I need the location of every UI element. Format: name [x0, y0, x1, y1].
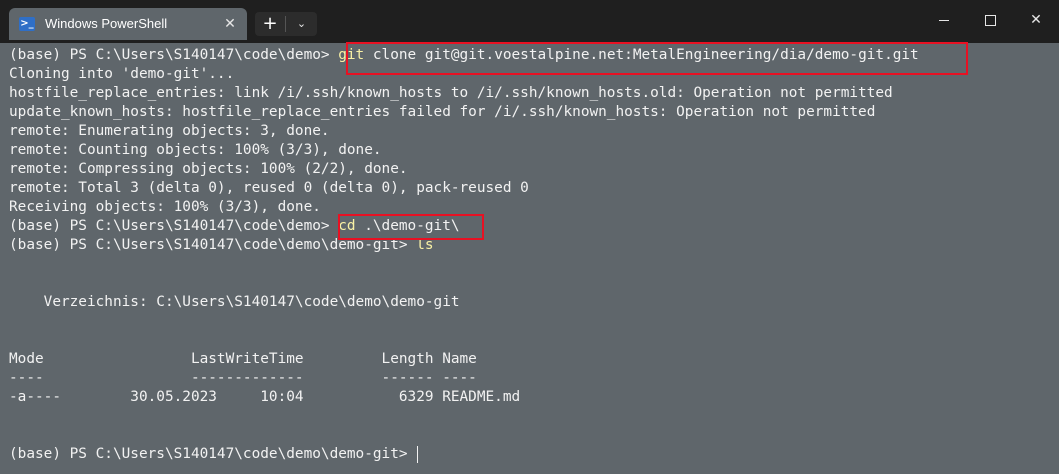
- terminal-output[interactable]: (base) PS C:\Users\S140147\code\demo> gi…: [0, 42, 1059, 474]
- terminal-line: Mode LastWriteTime Length Name: [9, 350, 477, 369]
- maximize-button[interactable]: [967, 0, 1013, 40]
- line-text: ---- ------------- ------ ----: [9, 370, 477, 386]
- line-text: remote: Total 3 (delta 0), reused 0 (del…: [9, 180, 529, 196]
- tab-actions: + ⌄: [255, 12, 317, 36]
- close-button[interactable]: ✕: [1013, 0, 1059, 40]
- terminal-line: remote: Enumerating objects: 3, done.: [9, 122, 330, 141]
- minimize-button[interactable]: [921, 0, 967, 40]
- highlight-box-git-command: [346, 42, 968, 75]
- tab-windows-powershell[interactable]: >_ Windows PowerShell ✕: [9, 8, 247, 40]
- terminal-line: (base) PS C:\Users\S140147\code\demo\dem…: [9, 445, 416, 464]
- maximize-icon: [984, 14, 996, 26]
- line-text: remote: Counting objects: 100% (3/3), do…: [9, 142, 382, 158]
- terminal-line: -a---- 30.05.2023 10:04 6329 README.md: [9, 388, 520, 407]
- new-tab-button[interactable]: +: [255, 12, 285, 36]
- prompt: (base) PS C:\Users\S140147\code\demo\dem…: [9, 446, 417, 462]
- terminal-line: hostfile_replace_entries: link /i/.ssh/k…: [9, 84, 893, 103]
- highlight-box-cd-command: [338, 214, 484, 240]
- profile-dropdown-button[interactable]: ⌄: [286, 12, 317, 36]
- terminal-line: Cloning into 'demo-git'...: [9, 65, 234, 84]
- tab-title: Windows PowerShell: [45, 16, 168, 31]
- line-text: remote: Compressing objects: 100% (2/2),…: [9, 161, 408, 177]
- line-text: Receiving objects: 100% (3/3), done.: [9, 199, 321, 215]
- minimize-icon: [939, 19, 949, 21]
- title-bar: >_ Windows PowerShell ✕ + ⌄ ✕: [0, 0, 1059, 43]
- text-cursor: [417, 446, 419, 463]
- prompt: (base) PS C:\Users\S140147\code\demo>: [9, 218, 339, 234]
- powershell-icon: >_: [19, 17, 35, 31]
- tab-close-icon[interactable]: ✕: [220, 14, 240, 34]
- terminal-line: update_known_hosts: hostfile_replace_ent…: [9, 103, 875, 122]
- line-text: Cloning into 'demo-git'...: [9, 66, 235, 82]
- line-text: Mode LastWriteTime Length Name: [9, 351, 477, 367]
- line-text: -a---- 30.05.2023 10:04 6329 README.md: [9, 389, 521, 405]
- terminal-line: ---- ------------- ------ ----: [9, 369, 477, 388]
- close-icon: ✕: [1030, 12, 1042, 28]
- terminal-window: >_ Windows PowerShell ✕ + ⌄ ✕ (base) PS …: [0, 0, 1059, 474]
- terminal-line: Verzeichnis: C:\Users\S140147\code\demo\…: [9, 293, 460, 312]
- terminal-line: Receiving objects: 100% (3/3), done.: [9, 198, 321, 217]
- line-text: update_known_hosts: hostfile_replace_ent…: [9, 104, 876, 120]
- line-text: remote: Enumerating objects: 3, done.: [9, 123, 330, 139]
- line-text: hostfile_replace_entries: link /i/.ssh/k…: [9, 85, 893, 101]
- terminal-line: remote: Total 3 (delta 0), reused 0 (del…: [9, 179, 529, 198]
- terminal-line: remote: Compressing objects: 100% (2/2),…: [9, 160, 408, 179]
- terminal-line: remote: Counting objects: 100% (3/3), do…: [9, 141, 382, 160]
- prompt: (base) PS C:\Users\S140147\code\demo>: [9, 47, 339, 63]
- line-text: Verzeichnis: C:\Users\S140147\code\demo\…: [9, 294, 460, 310]
